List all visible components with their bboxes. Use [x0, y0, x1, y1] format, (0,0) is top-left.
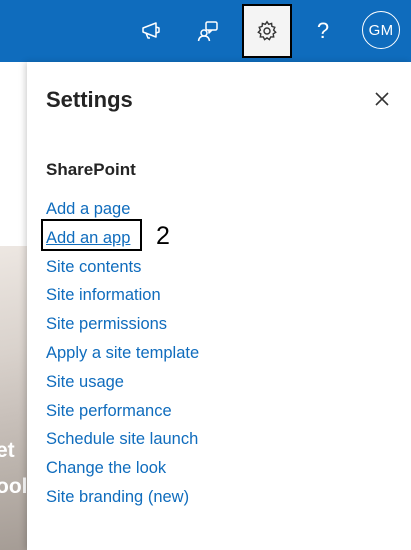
megaphone-icon[interactable] — [133, 13, 169, 49]
section-title-sharepoint: SharePoint — [46, 160, 136, 179]
step-2-badge: 2 — [143, 216, 183, 256]
menu-item-schedule-site-launch[interactable]: Schedule site launch — [46, 425, 199, 454]
suite-header-bar: ? GM — [0, 0, 411, 62]
hero-text-line2: ool — [0, 475, 27, 498]
add-app-callout-box — [41, 219, 142, 251]
settings-button[interactable] — [242, 4, 292, 58]
gear-icon — [257, 20, 277, 41]
menu-item-change-the-look[interactable]: Change the look — [46, 454, 199, 483]
menu-item-site-information[interactable]: Site information — [46, 281, 199, 310]
close-icon — [375, 92, 389, 106]
panel-title: Settings — [46, 87, 133, 112]
feedback-icon[interactable] — [190, 13, 226, 49]
menu-item-site-usage[interactable]: Site usage — [46, 368, 199, 397]
background-page: et ool — [0, 62, 27, 550]
close-button[interactable] — [371, 88, 393, 110]
menu-item-site-contents[interactable]: Site contents — [46, 253, 199, 282]
menu-item-site-performance[interactable]: Site performance — [46, 397, 199, 426]
hero-image — [0, 246, 27, 550]
user-avatar[interactable]: GM — [362, 11, 400, 49]
menu-item-site-branding[interactable]: Site branding (new) — [46, 483, 199, 512]
menu-item-site-permissions[interactable]: Site permissions — [46, 310, 199, 339]
settings-panel: Settings SharePoint Add a page Add an ap… — [27, 62, 411, 550]
menu-item-apply-site-template[interactable]: Apply a site template — [46, 339, 199, 368]
help-icon[interactable]: ? — [305, 13, 341, 49]
hero-text-line1: et — [0, 439, 15, 462]
